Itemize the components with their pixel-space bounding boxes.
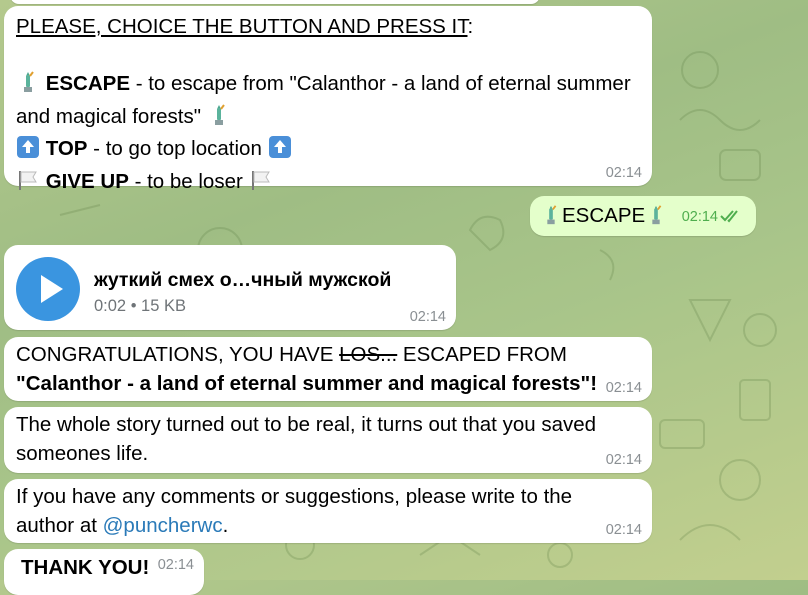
congrats-text: CONGRATULATIONS, YOU HAVE LOS... ESCAPED… [16,341,606,398]
quote-open: " [16,371,26,395]
place-name: Calanthor - a land of eternal summer and… [25,371,581,395]
menu-heading: PLEASE, CHOICE THE BUTTON AND PRESS IT [16,15,468,38]
menu-heading-suffix: : [467,15,474,38]
comments-suffix: . [222,513,229,537]
congrats-strike-text: LOS... [339,343,398,366]
message-time: 02:14 [605,380,642,396]
congrats-message: CONGRATULATIONS, YOU HAVE LOS... ESCAPED… [4,337,652,401]
message-time: 02:14 [157,557,194,573]
statue-of-liberty-icon [645,204,667,235]
comments-message: If you have any comments or suggestions,… [4,479,652,543]
message-time-with-status: 02:14 [682,209,742,227]
message-time: 02:14 [605,522,642,538]
white-flag-icon [249,168,273,201]
audio-title: жуткий смех о…чный мужской [94,269,392,291]
outgoing-escape-message: ESCAPE 02:14 [530,196,756,236]
audio-message: жуткий смех о…чный мужской 0:02 • 15 KB … [4,245,456,330]
congrats-prefix: CONGRATULATIONS, YOU HAVE [16,343,340,366]
story-text: The whole story turned out to be real, i… [16,413,597,465]
author-link[interactable]: @puncherwc [103,514,223,537]
previous-message-edge [10,0,540,4]
story-message: The whole story turned out to be real, i… [4,407,652,473]
message-time: 02:14 [605,165,642,181]
thanks-message: THANK YOU! 02:14 [4,549,204,595]
giveup-option-label: GIVE UP [45,169,129,193]
giveup-option-text: - to be loser [128,169,249,193]
message-time: 02:14 [605,452,642,468]
top-option-label: TOP [45,137,88,160]
statue-of-liberty-icon [540,204,562,235]
audio-meta: 0:02 • 15 KB [94,297,187,315]
outgoing-message-text: ESCAPE [562,204,646,227]
statue-of-liberty-icon [207,103,231,136]
escape-option-label: ESCAPE [45,72,131,95]
up-arrow-icon [268,135,292,168]
top-option-text: - to go top location [87,137,268,160]
play-button[interactable] [16,257,80,321]
comments-body: If you have any comments or suggestions,… [16,485,573,537]
up-arrow-icon [16,135,40,168]
congrats-middle: ESCAPED FROM [397,343,567,366]
quote-close: "! [580,371,598,395]
message-time: 02:14 [681,209,718,225]
menu-message: PLEASE, CHOICE THE BUTTON AND PRESS IT: … [4,6,652,193]
thanks-text: THANK YOU! [21,556,150,579]
menu-message-text: PLEASE, CHOICE THE BUTTON AND PRESS IT: … [16,13,636,200]
comments-text: If you have any comments or suggestions,… [16,483,616,540]
double-check-icon [720,209,742,227]
statue-of-liberty-icon [16,70,40,103]
message-time: 02:14 [409,309,446,325]
white-flag-icon [16,168,40,201]
